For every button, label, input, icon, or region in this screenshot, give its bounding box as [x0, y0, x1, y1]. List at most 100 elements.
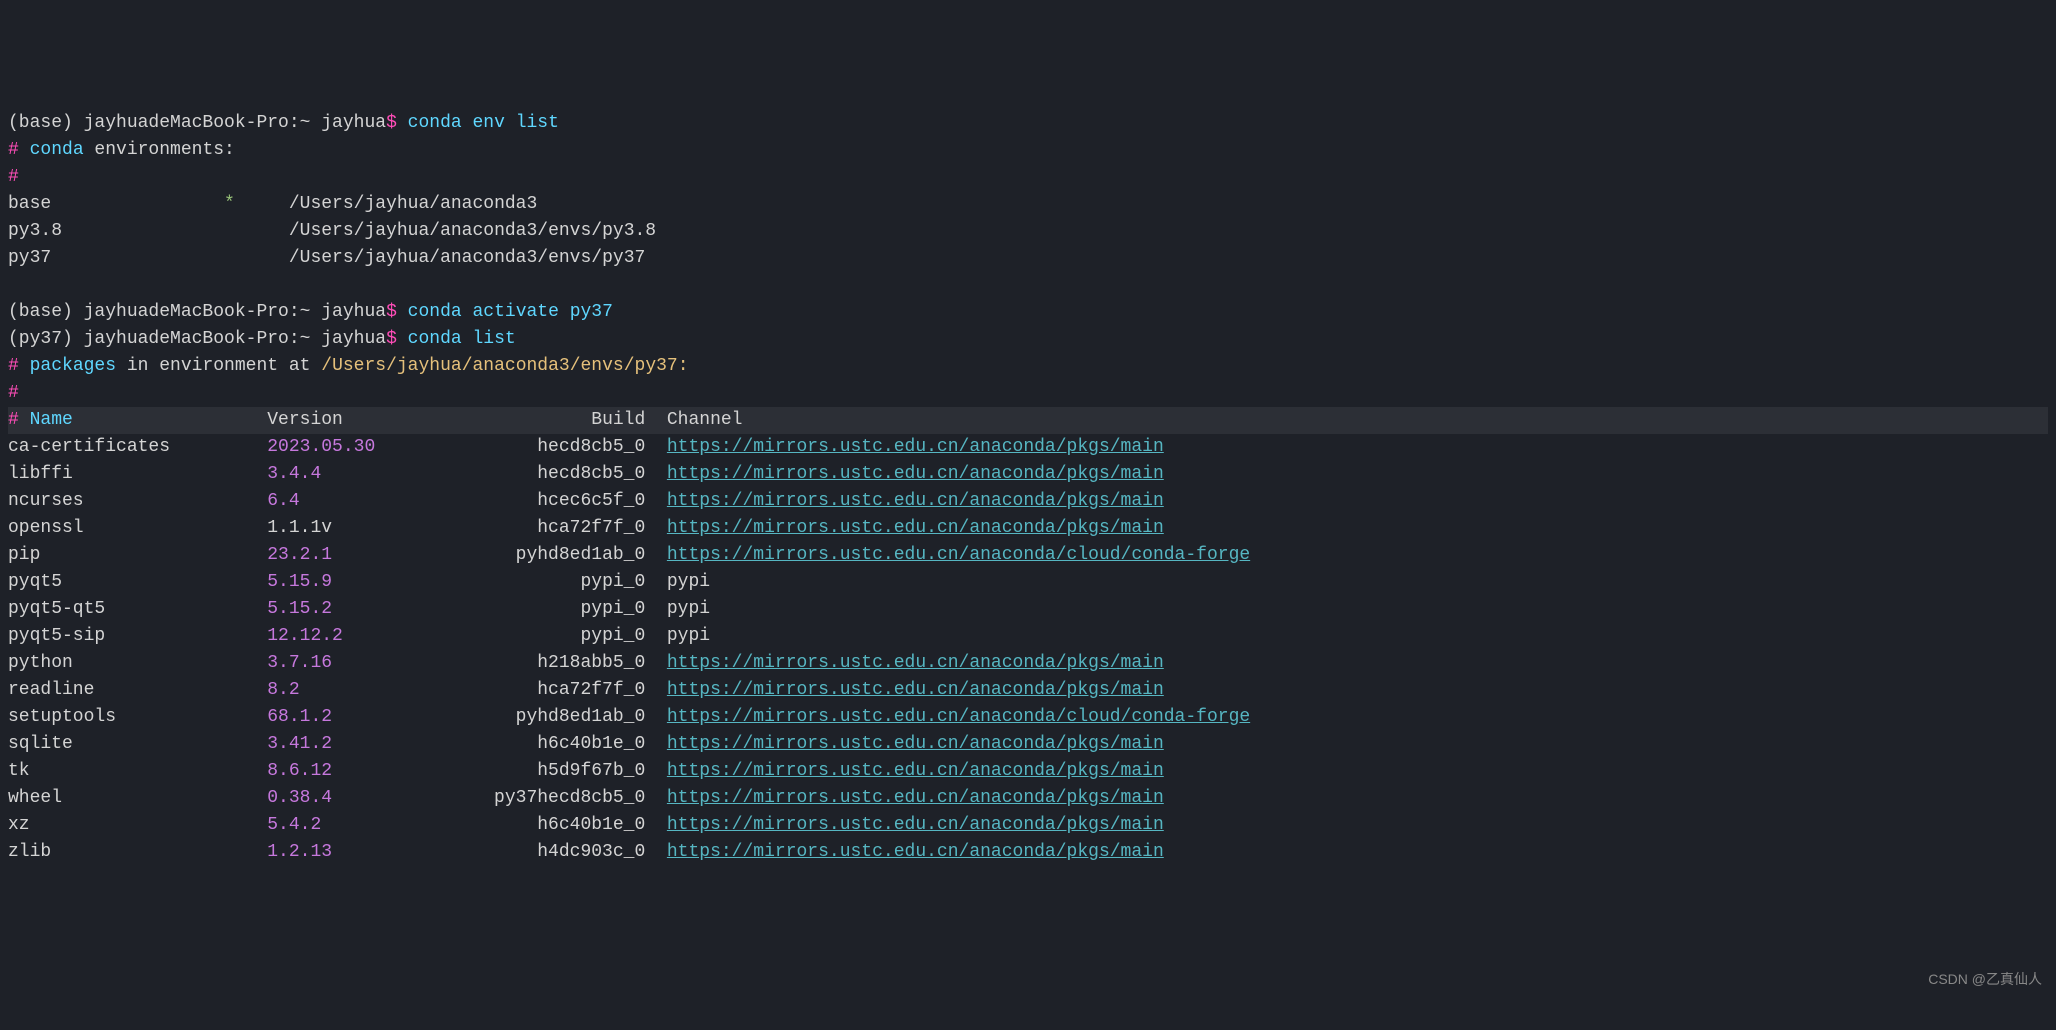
pkg-header-mid: in environment at — [116, 356, 321, 376]
pkg-channel[interactable]: https://mirrors.ustc.edu.cn/anaconda/pkg… — [645, 812, 1163, 839]
env-header-label: conda — [19, 140, 84, 160]
hash-line: # — [8, 164, 2048, 191]
col-version-header: Version — [267, 407, 483, 434]
env-path: /Users/jayhua/anaconda3/envs/py37 — [267, 248, 645, 268]
pkg-name: ncurses — [8, 488, 267, 515]
pkg-channel[interactable]: https://mirrors.ustc.edu.cn/anaconda/pkg… — [645, 434, 1163, 461]
pkg-row: readline8.2hca72f7f_0https://mirrors.ust… — [8, 677, 2048, 704]
hash: # — [8, 383, 19, 403]
pkg-version: 5.15.2 — [267, 596, 483, 623]
pkg-build: h4dc903c_0 — [483, 839, 645, 866]
pkg-env-header: # packages in environment at /Users/jayh… — [8, 353, 2048, 380]
pkg-header-label: packages — [19, 356, 116, 376]
env-name: py37 — [8, 245, 224, 272]
pkg-row: zlib1.2.13h4dc903c_0https://mirrors.ustc… — [8, 839, 2048, 866]
pkg-version: 3.7.16 — [267, 650, 483, 677]
pkg-channel: pypi — [645, 623, 710, 650]
prompt-dollar: $ — [386, 302, 397, 322]
pkg-name: python — [8, 650, 267, 677]
pkg-name: pip — [8, 542, 267, 569]
pkg-row: ca-certificates2023.05.30hecd8cb5_0https… — [8, 434, 2048, 461]
pkg-channel[interactable]: https://mirrors.ustc.edu.cn/anaconda/pkg… — [645, 650, 1163, 677]
hash: # — [8, 410, 19, 430]
pkg-build: pypi_0 — [483, 596, 645, 623]
pkg-name: pyqt5-qt5 — [8, 596, 267, 623]
pkg-version: 5.4.2 — [267, 812, 483, 839]
pkg-version: 8.6.12 — [267, 758, 483, 785]
pkg-channel[interactable]: https://mirrors.ustc.edu.cn/anaconda/pkg… — [645, 488, 1163, 515]
pkg-version: 0.38.4 — [267, 785, 483, 812]
hash: # — [8, 140, 19, 160]
pkg-build: hecd8cb5_0 — [483, 461, 645, 488]
pkg-build: pypi_0 — [483, 623, 645, 650]
pkg-channel[interactable]: https://mirrors.ustc.edu.cn/anaconda/pkg… — [645, 758, 1163, 785]
pkg-row: pyqt55.15.9pypi_0pypi — [8, 569, 2048, 596]
pkg-version: 23.2.1 — [267, 542, 483, 569]
pkg-channel: pypi — [645, 596, 710, 623]
env-list-header: # conda environments: — [8, 137, 2048, 164]
pkg-name: wheel — [8, 785, 267, 812]
pkg-version: 5.15.9 — [267, 569, 483, 596]
hash: # — [8, 356, 19, 376]
pkg-name: readline — [8, 677, 267, 704]
command-text: conda activate py37 — [397, 302, 613, 322]
pkg-channel: pypi — [645, 569, 710, 596]
col-name-header: # Name — [8, 407, 267, 434]
command-text: conda env list — [397, 113, 559, 133]
col-build-header: Build — [483, 407, 645, 434]
pkg-name: pyqt5-sip — [8, 623, 267, 650]
pkg-channel[interactable]: https://mirrors.ustc.edu.cn/anaconda/clo… — [645, 704, 1250, 731]
pkg-row: pip23.2.1pyhd8ed1ab_0https://mirrors.ust… — [8, 542, 2048, 569]
pkg-name: tk — [8, 758, 267, 785]
pkg-version: 12.12.2 — [267, 623, 483, 650]
pkg-channel[interactable]: https://mirrors.ustc.edu.cn/anaconda/pkg… — [645, 839, 1163, 866]
pkg-row: tk8.6.12h5d9f67b_0https://mirrors.ustc.e… — [8, 758, 2048, 785]
pkg-channel[interactable]: https://mirrors.ustc.edu.cn/anaconda/clo… — [645, 542, 1250, 569]
pkg-row: sqlite3.41.2h6c40b1e_0https://mirrors.us… — [8, 731, 2048, 758]
pkg-build: pypi_0 — [483, 569, 645, 596]
prompt-line: (base) jayhuadeMacBook-Pro:~ jayhua$ con… — [8, 110, 2048, 137]
pkg-version: 8.2 — [267, 677, 483, 704]
pkg-row: ncurses6.4hcec6c5f_0https://mirrors.ustc… — [8, 488, 2048, 515]
pkg-name: pyqt5 — [8, 569, 267, 596]
pkg-header-path: /Users/jayhua/anaconda3/envs/py37: — [321, 356, 688, 376]
pkg-channel[interactable]: https://mirrors.ustc.edu.cn/anaconda/pkg… — [645, 461, 1163, 488]
pkg-build: hcec6c5f_0 — [483, 488, 645, 515]
pkg-channel[interactable]: https://mirrors.ustc.edu.cn/anaconda/pkg… — [645, 731, 1163, 758]
pkg-channel[interactable]: https://mirrors.ustc.edu.cn/anaconda/pkg… — [645, 785, 1163, 812]
pkg-row: openssl1.1.1vhca72f7f_0https://mirrors.u… — [8, 515, 2048, 542]
env-active-marker — [224, 218, 267, 245]
env-row: py3.8 /Users/jayhua/anaconda3/envs/py3.8 — [8, 218, 2048, 245]
prompt-dollar: $ — [386, 113, 397, 133]
pkg-build: hca72f7f_0 — [483, 515, 645, 542]
terminal-output[interactable]: (base) jayhuadeMacBook-Pro:~ jayhua$ con… — [8, 110, 2048, 866]
env-header-rest: environments: — [84, 140, 235, 160]
pkg-build: h6c40b1e_0 — [483, 731, 645, 758]
pkg-build: py37hecd8cb5_0 — [483, 785, 645, 812]
pkg-table-header: # NameVersionBuildChannel — [8, 407, 2048, 434]
prompt-prefix: (py37) jayhuadeMacBook-Pro:~ jayhua — [8, 329, 386, 349]
pkg-version: 6.4 — [267, 488, 483, 515]
pkg-version: 3.41.2 — [267, 731, 483, 758]
env-path: /Users/jayhua/anaconda3/envs/py3.8 — [267, 221, 656, 241]
pkg-channel[interactable]: https://mirrors.ustc.edu.cn/anaconda/pkg… — [645, 677, 1163, 704]
pkg-version: 68.1.2 — [267, 704, 483, 731]
pkg-build: hecd8cb5_0 — [483, 434, 645, 461]
env-active-marker — [224, 245, 267, 272]
blank — [8, 275, 19, 295]
pkg-row: setuptools68.1.2pyhd8ed1ab_0https://mirr… — [8, 704, 2048, 731]
pkg-row: wheel0.38.4py37hecd8cb5_0https://mirrors… — [8, 785, 2048, 812]
pkg-channel[interactable]: https://mirrors.ustc.edu.cn/anaconda/pkg… — [645, 515, 1163, 542]
pkg-row: python3.7.16h218abb5_0https://mirrors.us… — [8, 650, 2048, 677]
pkg-build: pyhd8ed1ab_0 — [483, 542, 645, 569]
pkg-name: ca-certificates — [8, 434, 267, 461]
blank-line — [8, 272, 2048, 299]
pkg-row: xz5.4.2h6c40b1e_0https://mirrors.ustc.ed… — [8, 812, 2048, 839]
prompt-line: (base) jayhuadeMacBook-Pro:~ jayhua$ con… — [8, 299, 2048, 326]
env-row: base* /Users/jayhua/anaconda3 — [8, 191, 2048, 218]
env-row: py37 /Users/jayhua/anaconda3/envs/py37 — [8, 245, 2048, 272]
pkg-build: h5d9f67b_0 — [483, 758, 645, 785]
env-name: base — [8, 191, 224, 218]
name-label: Name — [19, 410, 73, 430]
pkg-name: xz — [8, 812, 267, 839]
